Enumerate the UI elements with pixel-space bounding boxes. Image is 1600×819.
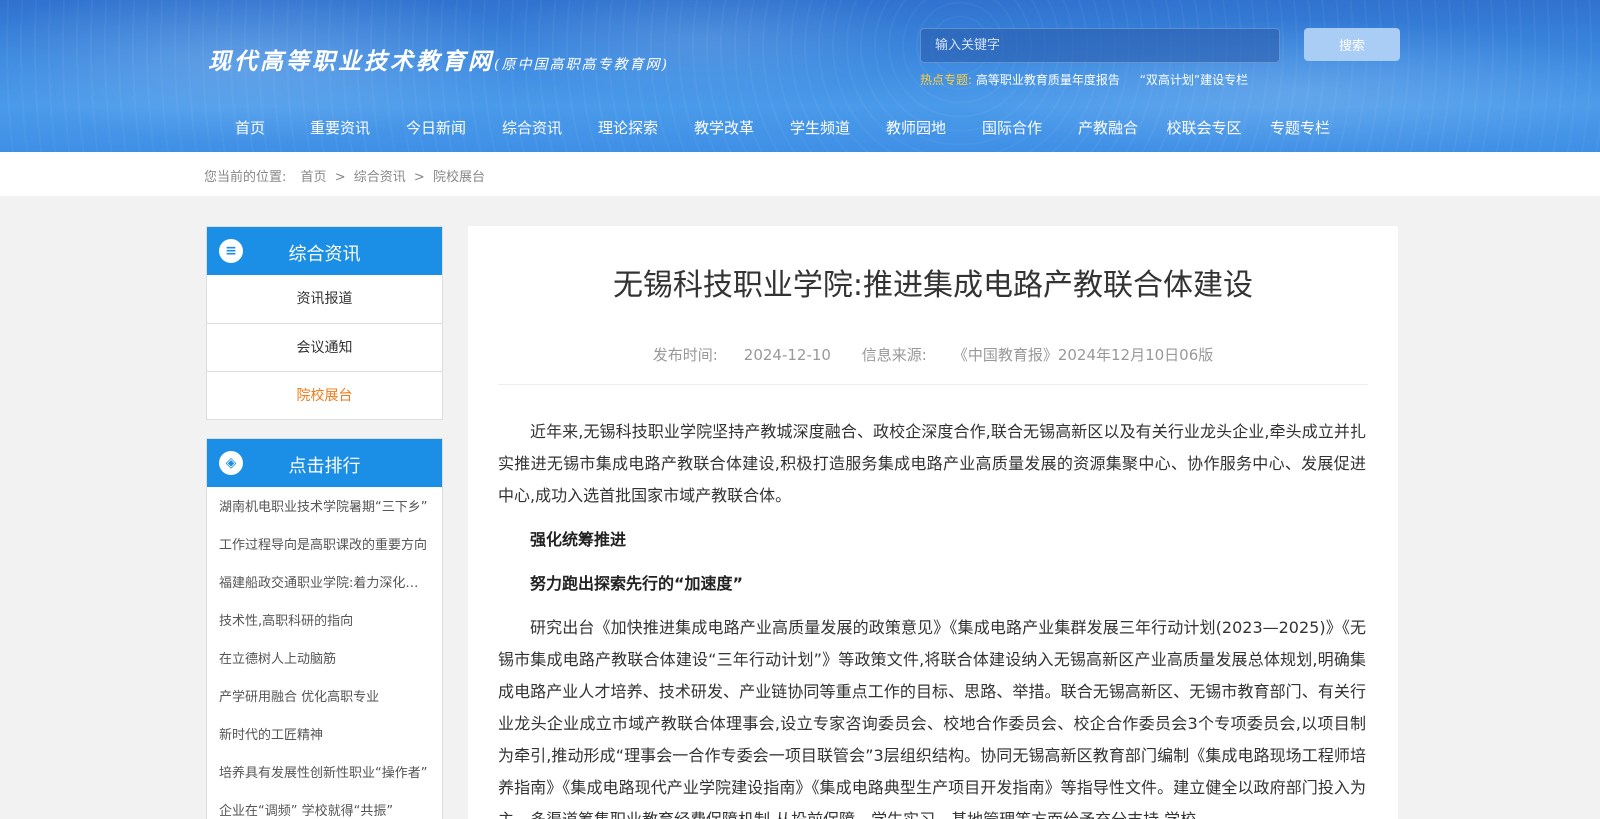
category-menu-header: ≡ 综合资讯 [207,227,442,275]
article-paragraph: 研究出台《加快推进集成电路产业高质量发展的政策意见》《集成电路产业集群发展三年行… [498,618,1366,819]
source-label: 信息来源: [861,346,927,364]
article-body: 近年来,无锡科技职业学院坚持产教城深度融合、政校企深度合作,联合无锡高新区以及有… [498,416,1366,819]
breadcrumb-campus-showcase[interactable]: 院校展台 [433,170,485,185]
list-item[interactable]: 湖南机电职业技术学院暑期“三下乡” [207,489,442,527]
nav-general-info[interactable]: 综合资讯 [484,117,580,143]
breadcrumb-home[interactable]: 首页 [301,170,327,185]
article-subheading: 努力跑出探索先行的“加速度” [530,574,744,593]
hot-link-double-high[interactable]: “双高计划”建设专栏 [1140,73,1248,87]
breadcrumb-general-info[interactable]: 综合资讯 [354,170,406,185]
breadcrumb-separator: > [413,170,425,185]
nav-alliance[interactable]: 校联会专区 [1156,117,1252,143]
list-item[interactable]: 新时代的工匠精神 [207,717,442,755]
list-item[interactable]: 福建船政交通职业学院:着力深化改革 [207,565,442,603]
list-item[interactable]: 产学研用融合 优化高职专业 [207,679,442,717]
click-ranking-panel: ◈ 点击排行 湖南机电职业技术学院暑期“三下乡” 工作过程导向是高职课改的重要方… [206,438,443,819]
breadcrumb-separator: > [334,170,346,185]
main-nav: 首页 重要资讯 今日新闻 综合资讯 理论探索 教学改革 学生频道 教师园地 国际… [208,117,1348,143]
category-menu-title: 综合资讯 [288,244,361,265]
source-value: 《中国教育报》2024年12月10日06版 [952,346,1214,364]
click-ranking-header: ◈ 点击排行 [207,439,442,487]
publish-date: 2024-12-10 [743,346,831,364]
nav-home[interactable]: 首页 [208,117,292,143]
breadcrumb-prefix: 您当前的位置: [204,170,287,185]
logo-sub-text: (原中国高职高专教育网) [494,57,669,73]
article-paragraph: 近年来,无锡科技职业学院坚持产教城深度融合、政校企深度合作,联合无锡高新区以及有… [498,422,1366,505]
breadcrumb: 您当前的位置: 首页 > 综合资讯 > 院校展台 [204,166,485,185]
nav-international[interactable]: 国际合作 [964,117,1060,143]
nav-students[interactable]: 学生频道 [772,117,868,143]
publish-info: 发布时间: 2024-12-10 [653,346,831,364]
list-item[interactable]: 技术性,高职科研的指向 [207,603,442,641]
nav-teaching-reform[interactable]: 教学改革 [676,117,772,143]
hot-topics-label: 热点专题: [920,73,973,87]
breadcrumb-bar: 您当前的位置: 首页 > 综合资讯 > 院校展台 [0,152,1600,196]
hot-link-annual-report[interactable]: 高等职业教育质量年度报告 [976,73,1120,87]
nav-special-columns[interactable]: 专题专栏 [1252,117,1348,143]
nav-today-news[interactable]: 今日新闻 [388,117,484,143]
nav-industry-education[interactable]: 产教融合 [1060,117,1156,143]
sidebar-item-meeting-notices[interactable]: 会议通知 [207,323,442,371]
list-item[interactable]: 工作过程导向是高职课改的重要方向 [207,527,442,565]
article-panel: 无锡科技职业学院:推进集成电路产教联合体建设 发布时间: 2024-12-10 信… [468,226,1398,819]
article-divider [498,384,1368,385]
nav-theory[interactable]: 理论探索 [580,117,676,143]
list-item[interactable]: 企业在“调频” 学校就得“共振” [207,793,442,819]
list-item[interactable]: 培养具有发展性创新性职业“操作者” [207,755,442,793]
sidebar-item-campus-showcase[interactable]: 院校展台 [207,371,442,419]
source-info: 信息来源: 《中国教育报》2024年12月10日06版 [862,346,1214,364]
article-subheading: 强化统筹推进 [530,530,627,549]
click-ranking-list: 湖南机电职业技术学院暑期“三下乡” 工作过程导向是高职课改的重要方向 福建船政交… [207,487,442,819]
hot-topics: 热点专题: 高等职业教育质量年度报告 “双高计划”建设专栏 [920,71,1264,88]
nav-teachers[interactable]: 教师园地 [868,117,964,143]
site-header: 现代高等职业技术教育网(原中国高职高专教育网) 搜索 热点专题: 高等职业教育质… [0,0,1600,152]
list-item[interactable]: 在立德树人上动脑筋 [207,641,442,679]
sidebar-item-news-reports[interactable]: 资讯报道 [207,275,442,323]
category-menu: ≡ 综合资讯 资讯报道 会议通知 院校展台 [206,226,443,420]
article-title: 无锡科技职业学院:推进集成电路产教联合体建设 [612,268,1254,303]
search-input[interactable] [920,28,1280,63]
nav-important-news[interactable]: 重要资讯 [292,117,388,143]
search-button[interactable]: 搜索 [1304,28,1400,61]
click-ranking-title: 点击排行 [288,456,361,477]
article-meta: 发布时间: 2024-12-10 信息来源: 《中国教育报》2024年12月10日0… [468,344,1398,365]
logo-main-text: 现代高等职业技术教育网 [208,48,494,75]
site-logo[interactable]: 现代高等职业技术教育网(原中国高职高专教育网) [208,42,669,76]
publish-label: 发布时间: [652,346,718,364]
